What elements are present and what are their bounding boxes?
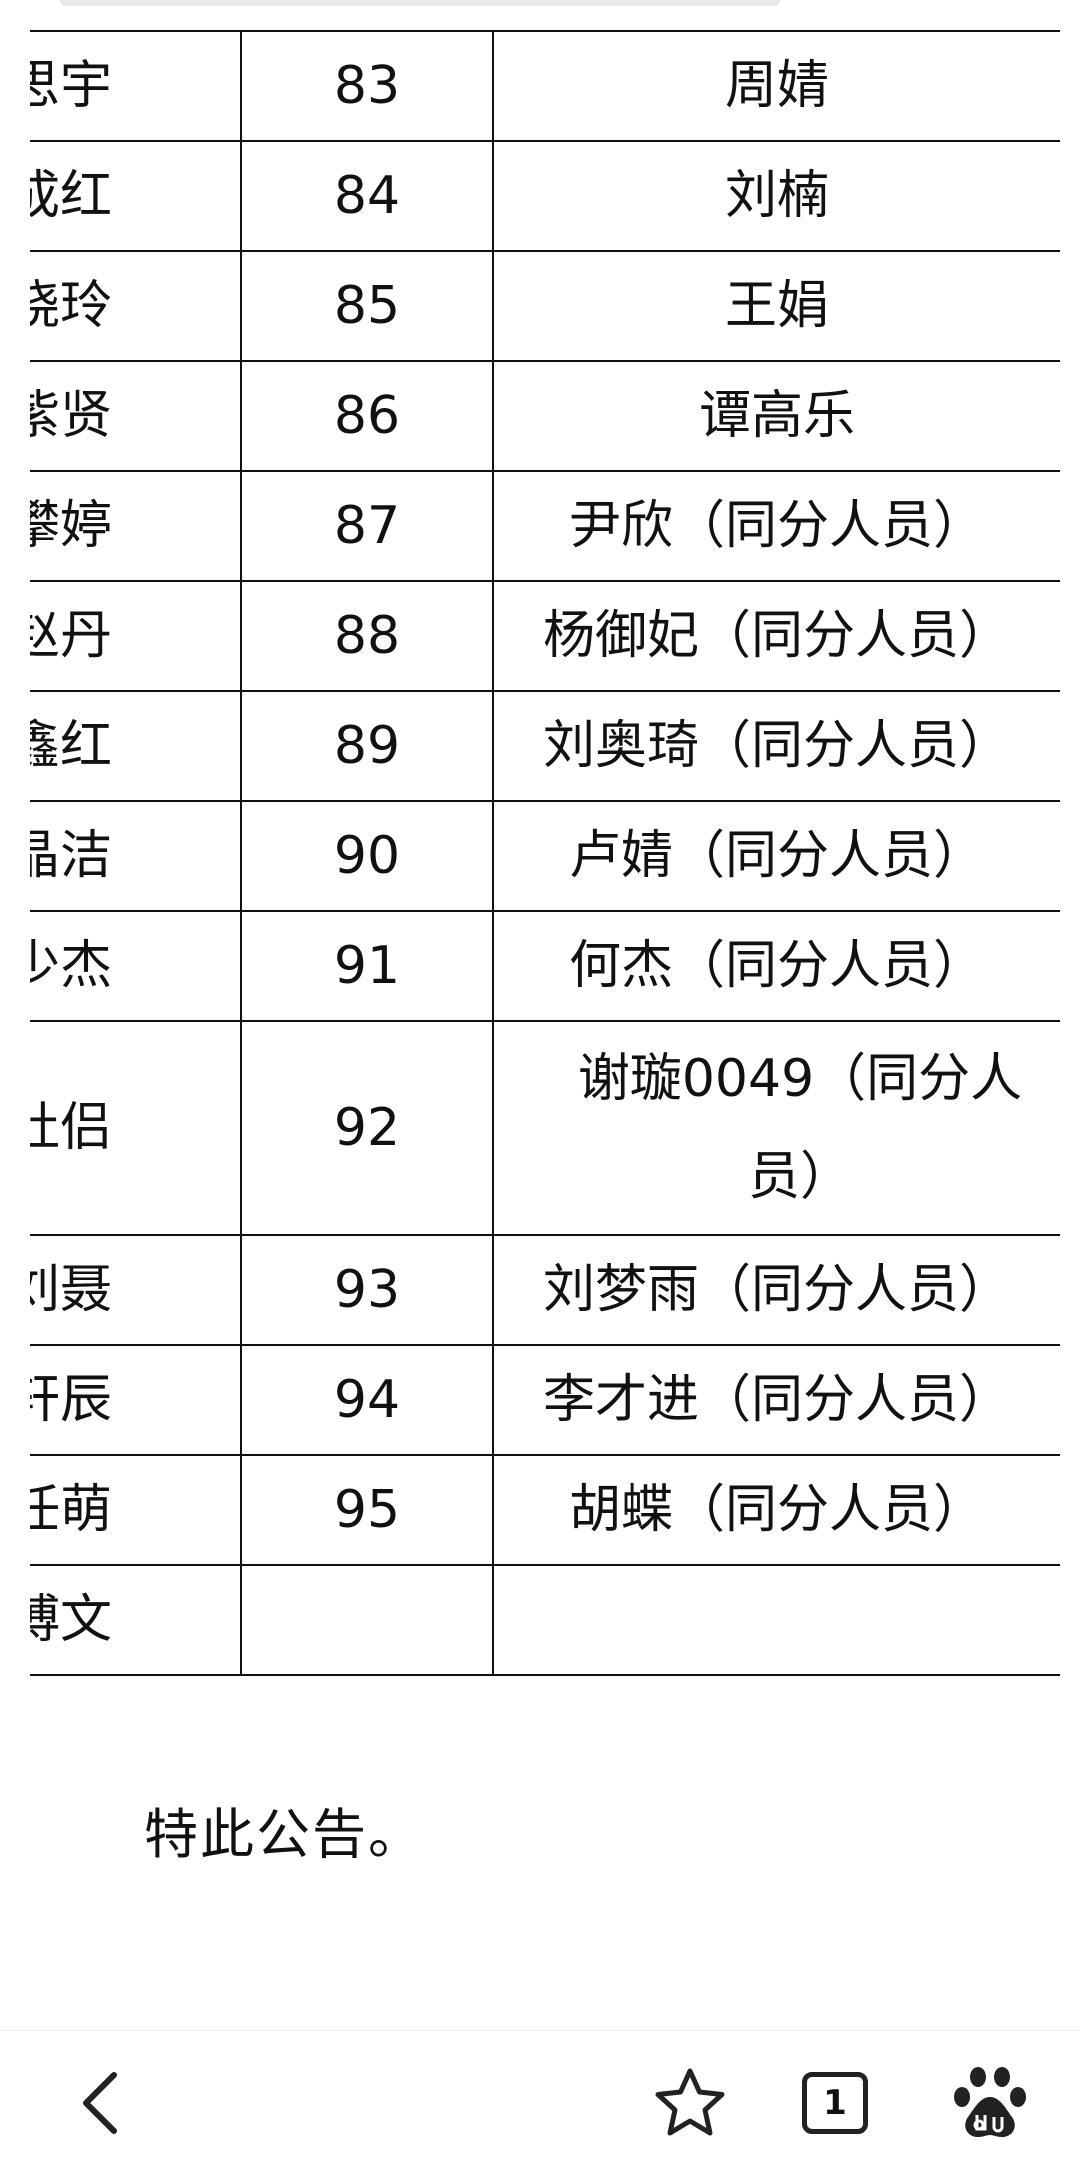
cell-person: 周婧	[492, 30, 1060, 142]
cell-name: 成红	[30, 166, 113, 226]
table-row: 鑫红 89 刘奥琦（同分人员）	[30, 690, 1060, 802]
star-icon	[655, 2068, 725, 2135]
favorite-button[interactable]	[640, 2031, 740, 2173]
table-row: 轩辰 94 李才进（同分人员）	[30, 1344, 1060, 1456]
table-row: 成红 84 刘楠	[30, 140, 1060, 252]
cell-name: 轩辰	[30, 1370, 113, 1430]
page: 思宇 83 周婧 成红 84 刘楠 晓玲 85 王娟 紫贤 86 谭高乐	[0, 0, 1080, 2173]
table-row: 刘聂 93 刘梦雨（同分人员）	[30, 1234, 1060, 1346]
cell-person: 杨御妃（同分人员）	[492, 580, 1060, 692]
cell-person: 胡蝶（同分人员）	[492, 1454, 1060, 1566]
cell-rank: 86	[240, 360, 494, 472]
table-row: 少杰 91 何杰（同分人员）	[30, 910, 1060, 1022]
back-button[interactable]	[50, 2031, 150, 2173]
cell-person: 卢婧（同分人员）	[492, 800, 1060, 912]
cell-name: 晶洁	[30, 826, 113, 886]
cell-person: 刘梦雨（同分人员）	[492, 1234, 1060, 1346]
cell-person: 何杰（同分人员）	[492, 910, 1060, 1022]
cell-rank: 83	[240, 30, 494, 142]
cell-rank: 90	[240, 800, 494, 912]
cell-person	[492, 1564, 1060, 1676]
cell-rank: 87	[240, 470, 494, 582]
cell-rank: 95	[240, 1454, 494, 1566]
cell-rank: 91	[240, 910, 494, 1022]
table-row: 攀婷 87 尹欣（同分人员）	[30, 470, 1060, 582]
browser-bottom-bar: 1	[0, 2030, 1080, 2173]
tab-count: 1	[823, 2082, 847, 2123]
cell-name: 任萌	[30, 1480, 113, 1540]
cell-name: 思宇	[30, 56, 113, 116]
table-row: 晶洁 90 卢婧（同分人员）	[30, 800, 1060, 912]
table-row: 紫贤 86 谭高乐	[30, 360, 1060, 472]
cell-name: 晓玲	[30, 276, 113, 336]
baidu-paw-icon	[954, 2066, 1026, 2137]
cell-person: 谭高乐	[492, 360, 1060, 472]
cell-person: 刘楠	[492, 140, 1060, 252]
cell-name: 鑫红	[30, 716, 113, 776]
table-row: 博文	[30, 1564, 1060, 1676]
cell-name: 博文	[30, 1590, 113, 1650]
table-row: 任萌 95 胡蝶（同分人员）	[30, 1454, 1060, 1566]
cell-rank: 93	[240, 1234, 494, 1346]
cell-person: 刘奥琦（同分人员）	[492, 690, 1060, 802]
cell-name: 刘聂	[30, 1260, 113, 1320]
cell-name: 杜侣	[30, 1098, 113, 1158]
cell-rank: 94	[240, 1344, 494, 1456]
table-row: 思宇 83 周婧	[30, 30, 1060, 142]
cell-person: 谢璇0049（同分人员）	[492, 1020, 1060, 1236]
cell-rank: 84	[240, 140, 494, 252]
cell-name: 紫贤	[30, 386, 113, 446]
table-row: 晓玲 85 王娟	[30, 250, 1060, 362]
table-row: 赵丹 88 杨御妃（同分人员）	[30, 580, 1060, 692]
cell-person: 尹欣（同分人员）	[492, 470, 1060, 582]
tabs-button[interactable]: 1	[785, 2031, 885, 2173]
baidu-home-button[interactable]	[935, 2031, 1045, 2173]
cell-rank: 92	[240, 1020, 494, 1236]
cell-name: 攀婷	[30, 496, 113, 556]
cell-rank: 89	[240, 690, 494, 802]
tabs-icon: 1	[802, 2071, 868, 2134]
cell-person: 李才进（同分人员）	[492, 1344, 1060, 1456]
cell-rank	[240, 1564, 494, 1676]
table-row: 杜侣 92 谢璇0049（同分人员）	[30, 1020, 1060, 1236]
cell-name: 赵丹	[30, 606, 113, 666]
roster-table: 思宇 83 周婧 成红 84 刘楠 晓玲 85 王娟 紫贤 86 谭高乐	[30, 30, 1060, 1676]
notice-text: 特此公告。	[144, 1803, 424, 1866]
cell-person: 王娟	[492, 250, 1060, 362]
cell-rank: 88	[240, 580, 494, 692]
table-viewport: 思宇 83 周婧 成红 84 刘楠 晓玲 85 王娟 紫贤 86 谭高乐	[0, 0, 1060, 1680]
chevron-left-icon	[83, 2071, 117, 2134]
cell-name: 少杰	[30, 936, 113, 996]
cell-rank: 85	[240, 250, 494, 362]
